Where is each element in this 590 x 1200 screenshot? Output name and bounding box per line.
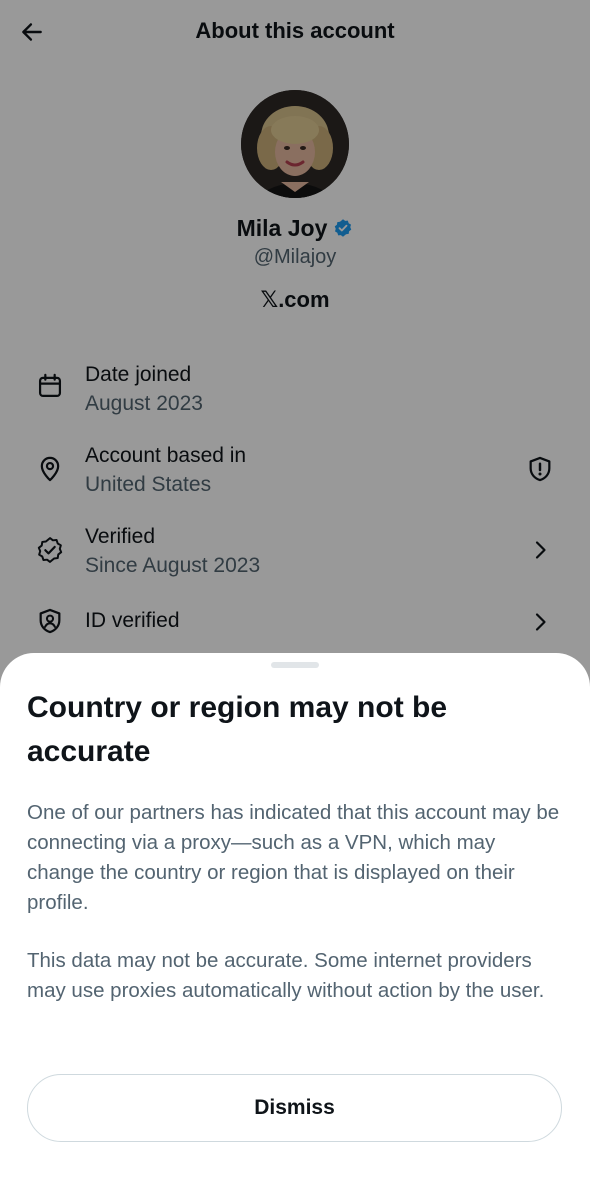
sheet-paragraph-2: This data may not be accurate. Some inte…	[27, 949, 545, 1002]
dismiss-button[interactable]: Dismiss	[27, 1074, 562, 1142]
sheet-title: Country or region may not be accurate	[27, 691, 448, 768]
sheet-paragraph-1: One of our partners has indicated that t…	[27, 801, 560, 914]
sheet-grabber[interactable]	[271, 662, 319, 668]
bottom-sheet: Country or region may not be accurate On…	[0, 653, 590, 1200]
